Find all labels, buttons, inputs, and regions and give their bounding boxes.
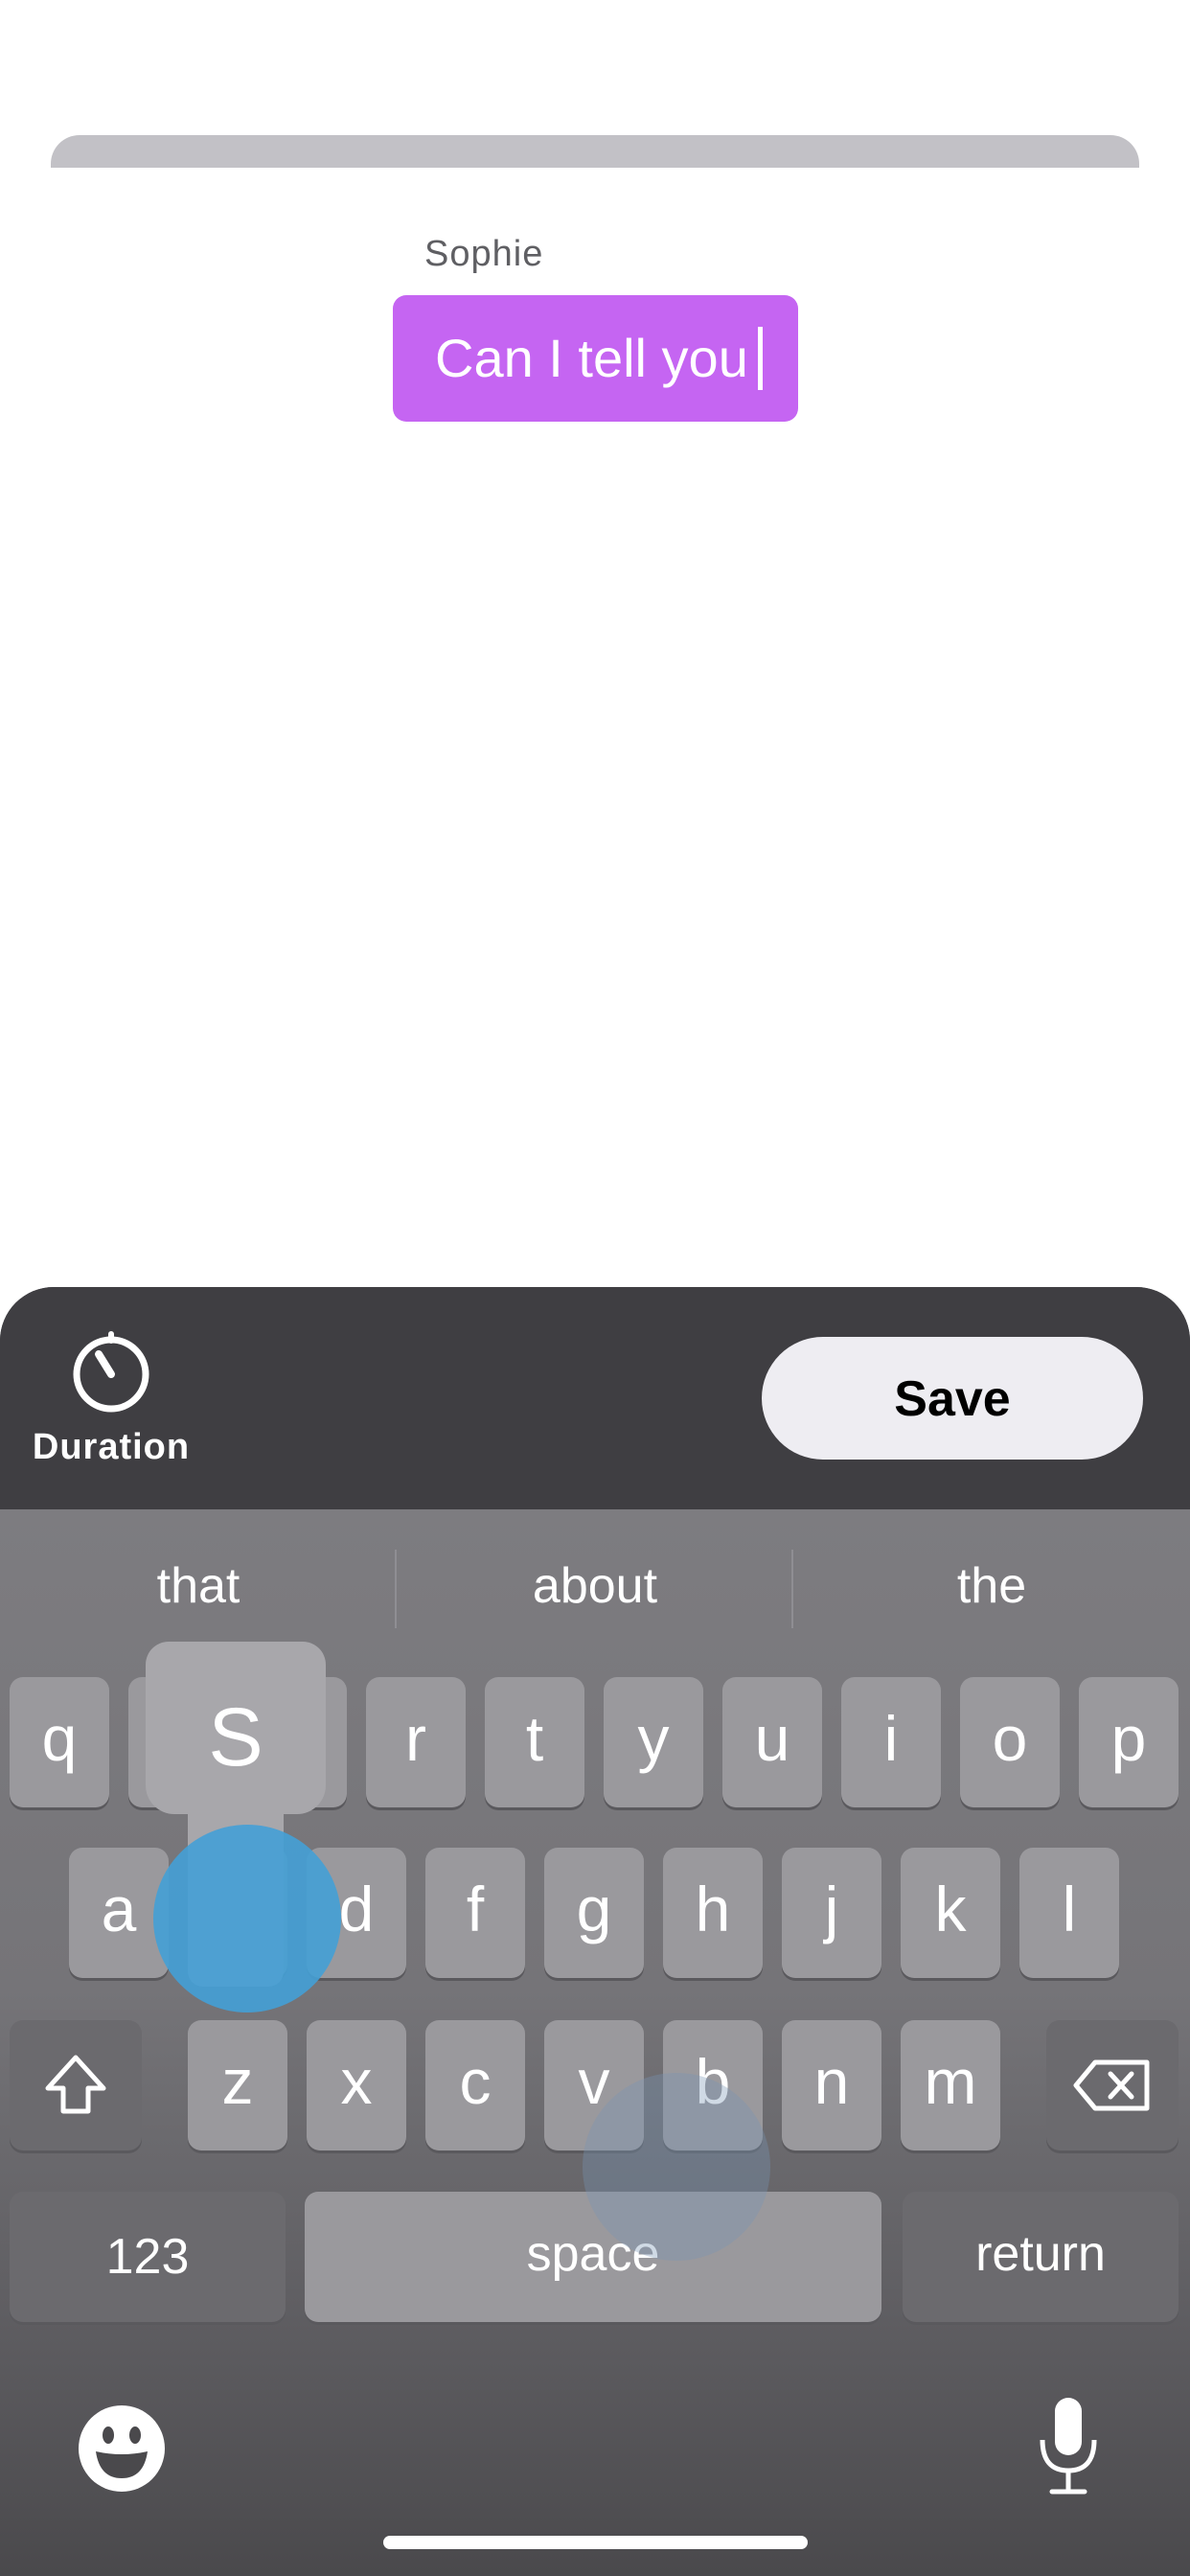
touch-indicator-secondary xyxy=(583,2073,770,2261)
sender-name: Sophie xyxy=(424,234,544,274)
timer-icon xyxy=(73,1331,149,1413)
duration-label: Duration xyxy=(32,1427,191,1467)
key-l[interactable]: l xyxy=(1019,1848,1119,1978)
key-i[interactable]: i xyxy=(841,1677,941,1807)
microphone-icon xyxy=(1040,2398,1097,2495)
microphone-button[interactable] xyxy=(1035,2396,1102,2496)
suggestion-1[interactable]: that xyxy=(0,1557,397,1615)
emoji-button[interactable] xyxy=(77,2404,167,2494)
key-j[interactable]: j xyxy=(782,1848,881,1978)
key-t[interactable]: t xyxy=(485,1677,584,1807)
key-popup-letter: S xyxy=(146,1642,326,1814)
suggestion-2[interactable]: about xyxy=(397,1557,793,1615)
key-c[interactable]: c xyxy=(425,2020,525,2150)
backspace-icon xyxy=(1073,2059,1150,2111)
key-y[interactable]: y xyxy=(604,1677,703,1807)
key-z[interactable]: z xyxy=(188,2020,287,2150)
key-r[interactable]: r xyxy=(366,1677,466,1807)
key-k[interactable]: k xyxy=(901,1848,1000,1978)
save-button[interactable]: Save xyxy=(762,1337,1143,1460)
key-q[interactable]: q xyxy=(10,1677,109,1807)
message-text[interactable]: Can I tell you xyxy=(435,328,748,388)
key-g[interactable]: g xyxy=(544,1848,644,1978)
key-x[interactable]: x xyxy=(307,2020,406,2150)
message-bubble[interactable]: Can I tell you xyxy=(393,295,798,422)
shift-icon xyxy=(45,2055,106,2114)
return-key[interactable]: return xyxy=(903,2192,1179,2322)
suggestion-3[interactable]: the xyxy=(793,1557,1190,1615)
key-n[interactable]: n xyxy=(782,2020,881,2150)
duration-button[interactable]: Duration xyxy=(25,1331,197,1475)
key-o[interactable]: o xyxy=(960,1677,1060,1807)
touch-indicator xyxy=(153,1825,341,2012)
shift-key[interactable] xyxy=(10,2020,142,2150)
sheet-header-bar xyxy=(51,135,1139,168)
backspace-key[interactable] xyxy=(1046,2020,1179,2150)
key-f[interactable]: f xyxy=(425,1848,525,1978)
key-h[interactable]: h xyxy=(663,1848,763,1978)
text-caret xyxy=(757,327,763,391)
emoji-icon xyxy=(79,2405,165,2492)
key-u[interactable]: u xyxy=(722,1677,822,1807)
home-indicator[interactable] xyxy=(383,2536,808,2549)
key-p[interactable]: p xyxy=(1079,1677,1179,1807)
numbers-key[interactable]: 123 xyxy=(10,2192,286,2322)
toolbar: Duration Save xyxy=(0,1287,1190,1509)
key-m[interactable]: m xyxy=(901,2020,1000,2150)
